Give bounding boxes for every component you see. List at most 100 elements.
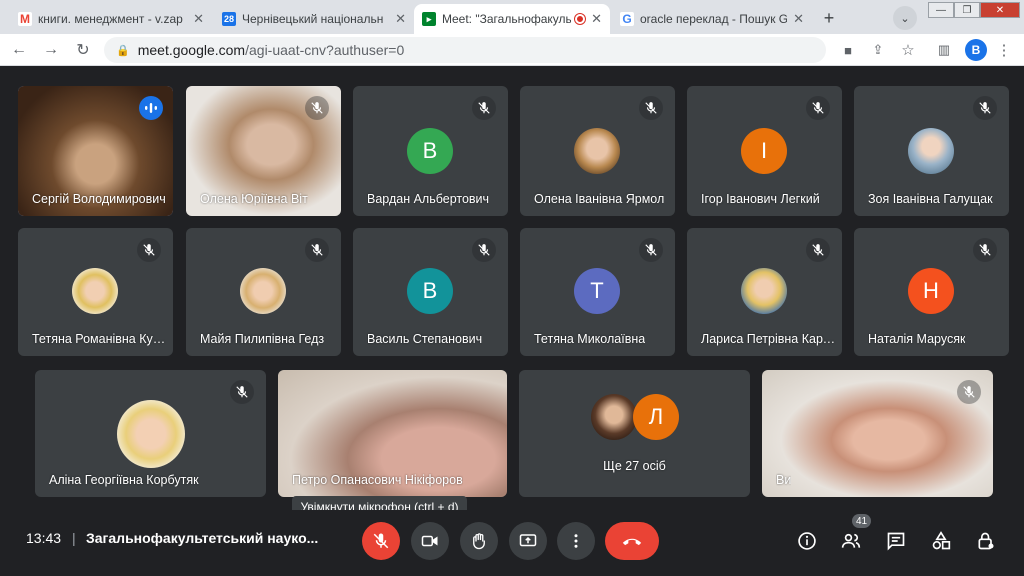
participant-avatar: І [741,128,787,174]
self-view-tile[interactable]: Ви [762,370,993,497]
participant-tile[interactable]: В Вардан Альбертович [353,86,508,216]
url-input[interactable]: 🔒 meet.google.com/agi-uaat-cnv?authuser=… [104,37,826,63]
meeting-info-button[interactable] [794,528,820,554]
browser-tab-meet[interactable]: ▸ Meet: "Загальнофакульт ✕ [414,4,610,34]
participant-avatar [240,268,286,314]
participant-avatar: В [407,128,453,174]
browser-tab-google[interactable]: G oracle переклад - Пошук G ✕ [612,4,812,34]
mic-off-icon [806,238,830,262]
mic-off-icon [472,96,496,120]
participant-name: Сергій Володимирович [32,192,166,206]
meeting-title: Загальнофакультетський науко... [86,530,319,546]
participant-avatar: Л [633,394,679,440]
address-bar: ← → ↻ 🔒 meet.google.com/agi-uaat-cnv?aut… [0,34,1024,66]
tab-label: Meet: "Загальнофакульт [442,12,572,26]
participant-avatar: В [407,268,453,314]
participant-tile[interactable]: Зоя Іванівна Галущак [854,86,1009,216]
participant-tile[interactable]: Тетяна Романівна Кушнір [18,228,173,356]
participant-avatar: Н [908,268,954,314]
gmail-icon: M [18,12,32,26]
reload-icon[interactable]: ↻ [72,39,94,61]
mic-off-icon [639,96,663,120]
tab-search-button[interactable]: ⌄ [893,6,917,30]
tab-label: oracle переклад - Пошук G [640,12,788,26]
more-vert-icon [574,534,578,548]
info-icon [798,532,816,550]
activities-button[interactable] [928,528,954,554]
videocam-icon [421,535,438,547]
participant-tile[interactable]: Н Наталія Марусяк [854,228,1009,356]
lock-icon: 🔒 [116,44,130,57]
mic-toggle-button[interactable] [362,522,400,560]
participant-name: Олена Юріївна Віт [200,192,308,206]
leave-call-button[interactable] [605,522,659,560]
participant-avatar [574,128,620,174]
participants-button[interactable] [838,528,864,554]
meeting-controls-bar: 13:43 | Загальнофакультетський науко... … [0,510,1024,576]
participant-name: Василь Степанович [367,332,483,346]
new-tab-button[interactable]: + [816,7,842,29]
close-icon[interactable]: ✕ [193,11,204,27]
close-icon[interactable]: ✕ [793,11,804,27]
participant-name: Аліна Георгіївна Корбутяк [49,473,199,487]
raise-hand-button[interactable] [460,522,498,560]
close-window-button[interactable]: ✕ [980,2,1020,18]
mic-off-icon [973,238,997,262]
recording-icon [575,14,586,24]
google-icon: G [620,12,634,26]
participant-avatar [908,128,954,174]
participant-tile[interactable]: Т Тетяна Миколаївна [520,228,675,356]
participant-name: Ви [776,473,792,487]
profile-avatar[interactable]: B [965,39,987,61]
calendar-icon: 28 [222,12,236,26]
mic-off-icon [137,238,161,262]
participant-tile[interactable]: Аліна Георгіївна Корбутяк [35,370,266,497]
present-screen-button[interactable] [509,522,547,560]
chat-button[interactable] [883,528,909,554]
sidepanel-icon[interactable]: ▥ [934,40,954,60]
participant-name: Майя Пилипівна Гедз [200,332,325,346]
participant-tile[interactable]: В Василь Степанович [353,228,508,356]
bookmark-star-icon[interactable]: ☆ [898,40,918,60]
participant-name: Зоя Іванівна Галущак [868,192,993,206]
browser-tab-gmail[interactable]: M книги. менеджмент - v.zap ✕ [10,4,212,34]
chat-icon [887,532,905,551]
participant-tile[interactable]: Сергій Володимирович [18,86,173,216]
participant-tile[interactable]: Олена Юріївна Віт [186,86,341,216]
more-participants-label: Ще 27 осіб [603,459,666,473]
more-options-button[interactable] [557,522,595,560]
participant-name: Олена Іванівна Ярмол [534,192,665,206]
more-participants-tile[interactable]: Л Ще 27 осіб [519,370,750,497]
back-icon[interactable]: ← [8,39,30,61]
participant-avatar [117,400,185,468]
browser-tab-calendar[interactable]: 28 Чернівецький національн ✕ [214,4,414,34]
hand-icon [473,533,485,550]
activities-icon [932,531,951,550]
menu-kebab-icon[interactable]: ⋮ [994,40,1014,60]
participant-name: Наталія Марусяк [868,332,966,346]
tab-label: книги. менеджмент - v.zap [38,12,183,26]
mic-off-icon [806,96,830,120]
participant-tile[interactable]: Петро Опанасович Нікіфоров [278,370,507,497]
camera-icon[interactable]: ■ [838,40,858,60]
maximize-button[interactable]: ❐ [954,2,980,18]
separator: | [72,530,76,546]
camera-toggle-button[interactable] [411,522,449,560]
tab-label: Чернівецький національн [242,12,384,26]
minimize-button[interactable]: — [928,2,954,18]
participant-tile[interactable]: І Ігор Іванович Легкий [687,86,842,216]
close-icon[interactable]: ✕ [395,11,406,27]
participant-name: Вардан Альбертович [367,192,490,206]
meeting-time: 13:43 [26,530,62,546]
share-icon[interactable]: ⇪ [868,40,888,60]
forward-icon[interactable]: → [40,39,62,61]
participant-tile[interactable]: Олена Іванівна Ярмол [520,86,675,216]
host-controls-button[interactable] [973,528,999,554]
mic-off-icon [472,238,496,262]
participant-tile[interactable]: Лариса Петрівна Кардаш [687,228,842,356]
close-icon[interactable]: ✕ [591,11,602,27]
participant-tile[interactable]: Майя Пилипівна Гедз [186,228,341,356]
mic-off-icon [305,96,329,120]
mic-off-icon [230,380,254,404]
participant-avatar [72,268,118,314]
